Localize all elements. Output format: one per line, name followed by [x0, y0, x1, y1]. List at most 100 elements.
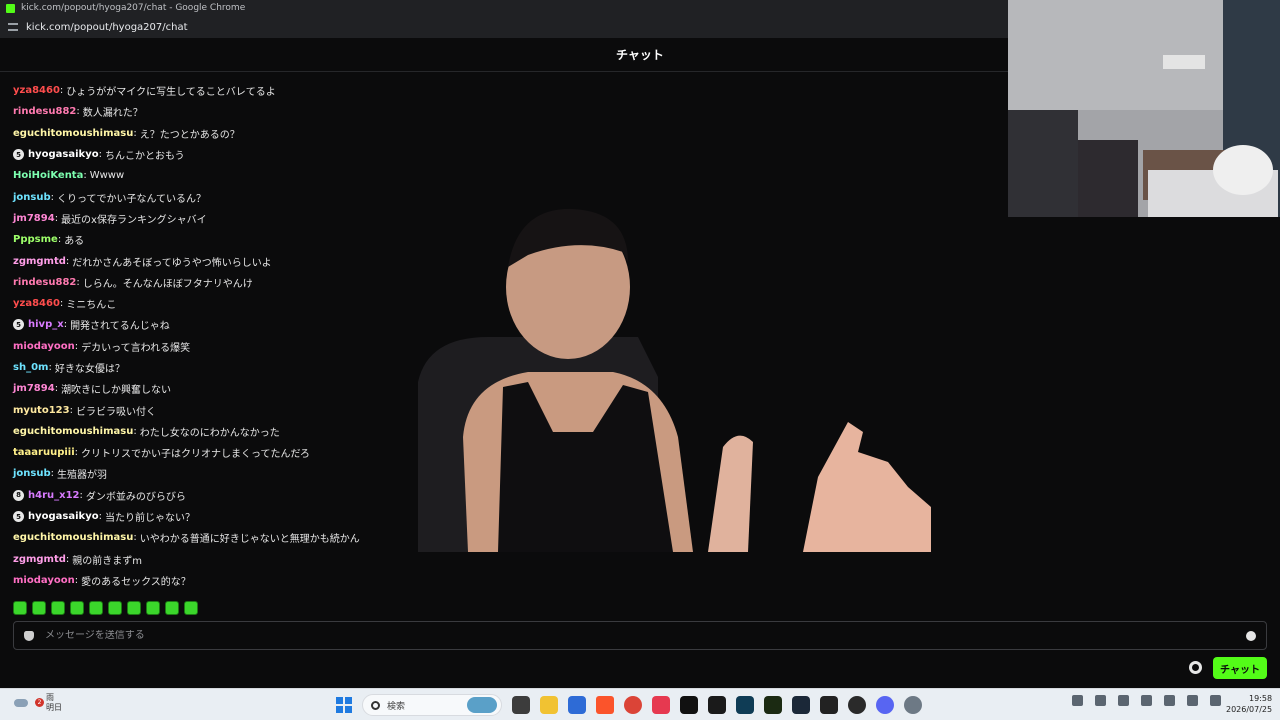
search-icon	[371, 700, 380, 710]
chat-message-text: しらん。そんなんほぼフタナリやんけ	[82, 278, 253, 290]
tray-network-icon[interactable]	[1095, 695, 1106, 706]
emote-icon[interactable]	[51, 601, 65, 615]
chat-separator: :	[57, 234, 62, 246]
settings-icon[interactable]	[904, 696, 922, 714]
chat-username[interactable]: miodayoon	[13, 341, 75, 352]
chat-username[interactable]: HoiHoiKenta	[13, 170, 83, 181]
webcam-room	[1008, 0, 1280, 217]
emote-icon[interactable]	[184, 601, 198, 615]
chat-username[interactable]: sh_0m	[13, 362, 48, 373]
clock-time: 19:58	[1249, 694, 1273, 703]
subscriber-badge-icon[interactable]: 8	[13, 489, 24, 501]
site-info-icon[interactable]	[8, 23, 18, 31]
chat-message: 5 hyogasaikyo: 当たり前じゃない？	[13, 506, 627, 527]
windows-start-icon[interactable]	[336, 697, 352, 713]
send-chat-button[interactable]: チャット	[1213, 657, 1267, 679]
gear-icon[interactable]	[1189, 661, 1202, 674]
chat-username[interactable]: eguchitomoushimasu	[13, 426, 133, 437]
chat-message-text: 数人漏れた？	[82, 108, 143, 120]
chat-username[interactable]: yza8460	[13, 298, 60, 309]
chat-username[interactable]: eguchitomoushimasu	[13, 128, 133, 139]
chat-message-text: Wwww	[89, 170, 125, 182]
chat-username[interactable]: zgmgmtd	[13, 554, 66, 565]
chat-message: myuto123: ビラビラ吸い付く	[13, 399, 627, 420]
emote-icon[interactable]	[70, 601, 84, 615]
chat-separator: :	[74, 574, 79, 586]
chat-username[interactable]: myuto123	[13, 405, 70, 416]
chrome-icon[interactable]	[624, 696, 642, 714]
emote-icon[interactable]	[108, 601, 122, 615]
task-view-icon[interactable]	[512, 696, 530, 714]
subscriber-badge-icon[interactable]: 5	[13, 319, 24, 331]
emote-bar	[13, 599, 198, 617]
emote-icon[interactable]	[13, 601, 27, 615]
chat-username[interactable]: hyogasaikyo	[28, 511, 99, 522]
weather-condition: 雨	[46, 693, 54, 702]
chat-message-text: え？たつとかあるの？	[139, 129, 240, 141]
emote-icon[interactable]	[32, 601, 46, 615]
tray-microphone-icon[interactable]	[1118, 695, 1129, 706]
chat-username[interactable]: eguchitomoushimasu	[13, 532, 133, 543]
chat-username[interactable]: jonsub	[13, 192, 51, 203]
chat-username[interactable]: miodayoon	[13, 575, 75, 586]
chat-message-input[interactable]	[45, 630, 1195, 641]
app-dark-icon[interactable]	[708, 696, 726, 714]
taskbar-clock[interactable]: 19:58 2026/07/25	[1226, 693, 1272, 715]
chat-message: miodayoon: 愛のあるセックス的な？	[13, 570, 627, 591]
weather-widget[interactable]: 2 雨 明日	[14, 693, 62, 713]
chat-username[interactable]: Pppsme	[13, 234, 58, 245]
chat-username[interactable]: zgmgmtd	[13, 256, 66, 267]
taskbar-search[interactable]: 検索	[362, 694, 502, 716]
chat-message: jm7894: 潮吹きにしか興奮しない	[13, 378, 627, 399]
chat-username[interactable]: hyogasaikyo	[28, 149, 99, 160]
chat-separator: :	[48, 362, 52, 373]
chat-input-box[interactable]	[13, 621, 1267, 650]
tray-onedrive-icon[interactable]	[1164, 695, 1175, 706]
emoji-picker-icon[interactable]	[1246, 631, 1256, 641]
chat-username[interactable]: h4ru_x12	[28, 490, 80, 501]
chat-message-list[interactable]: yza8460: ひょうががマイクに写生してることバレてるよ rindesu882:…	[0, 72, 640, 592]
tray-display-icon[interactable]	[1187, 695, 1198, 706]
tiktok-icon[interactable]	[680, 696, 698, 714]
chat-message-text: ひょうががマイクに写生してることバレてるよ	[66, 87, 276, 99]
chat-username[interactable]: jm7894	[13, 383, 55, 394]
tray-volume-icon[interactable]	[1210, 695, 1221, 706]
app-red-icon[interactable]	[652, 696, 670, 714]
file-explorer-icon[interactable]	[540, 696, 558, 714]
chat-username[interactable]: yza8460	[13, 85, 60, 96]
app-green-icon[interactable]	[764, 696, 782, 714]
kick-logo-icon	[6, 3, 15, 13]
chat-title: チャット	[616, 48, 664, 62]
tray-chevron-icon[interactable]	[1072, 695, 1083, 706]
url-text[interactable]: kick.com/popout/hyoga207/chat	[26, 22, 188, 33]
chat-username[interactable]: hivp_x	[28, 319, 64, 330]
emote-icon[interactable]	[165, 601, 179, 615]
subscriber-badge-icon[interactable]: 5	[13, 511, 24, 523]
chat-username[interactable]: jonsub	[13, 468, 51, 479]
emote-icon[interactable]	[89, 601, 103, 615]
emote-icon[interactable]	[127, 601, 141, 615]
store-icon[interactable]	[568, 696, 586, 714]
chat-message: rindesu882: しらん。そんなんほぼフタナリやんけ	[13, 272, 627, 293]
chat-message-text: 親の前きまずm	[72, 555, 143, 567]
emote-icon[interactable]	[146, 601, 160, 615]
discord-icon[interactable]	[876, 696, 894, 714]
app-black-icon[interactable]	[820, 696, 838, 714]
chat-message: 5 hivp_x: 開発されてるんじゃね	[13, 314, 627, 335]
chat-message: sh_0m: 好きな女優は？	[13, 357, 627, 378]
obs-icon[interactable]	[848, 696, 866, 714]
search-placeholder: 検索	[387, 701, 406, 712]
steam-icon[interactable]	[792, 696, 810, 714]
app-teal-icon[interactable]	[736, 696, 754, 714]
subscriber-badge-icon[interactable]: 5	[13, 149, 24, 161]
chat-message-text: ミニちんこ	[66, 300, 117, 312]
tray-close-icon[interactable]	[1141, 695, 1152, 706]
chat-username[interactable]: taaaruupiii	[13, 447, 75, 458]
chat-username[interactable]: rindesu882	[13, 106, 76, 117]
brave-browser-icon[interactable]	[596, 696, 614, 714]
chat-username[interactable]: jm7894	[13, 213, 55, 224]
chat-message-text: くりってでかい子なんているん？	[57, 193, 207, 205]
address-bar[interactable]: kick.com/popout/hyoga207/chat	[0, 16, 1008, 38]
chat-separator: :	[65, 553, 70, 565]
chat-username[interactable]: rindesu882	[13, 277, 76, 288]
